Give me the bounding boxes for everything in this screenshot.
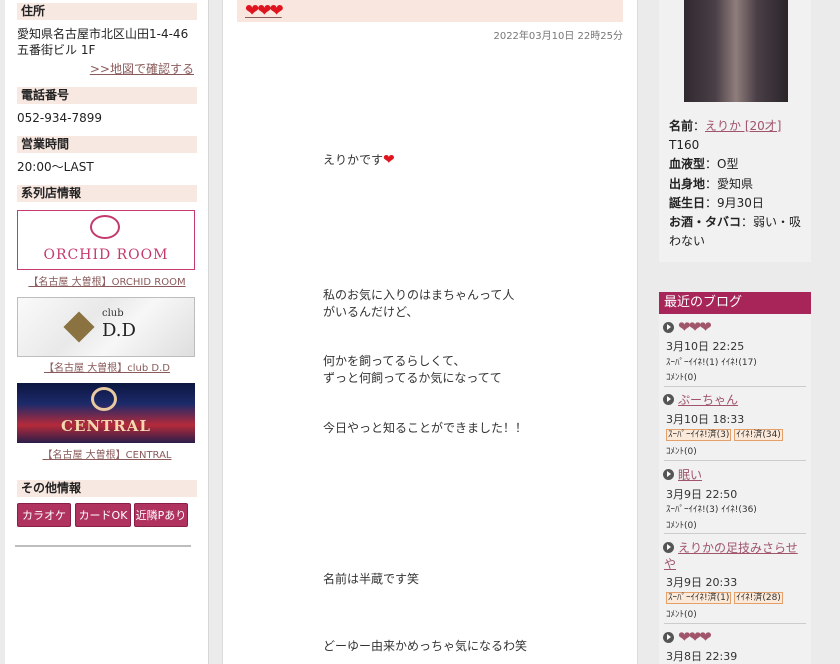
- central-banner-text: CENTRAL: [61, 417, 151, 435]
- blog-entry-title[interactable]: ❤❤❤: [678, 318, 712, 336]
- blog-entry-title[interactable]: 眠い: [678, 466, 702, 483]
- post-title: ❤❤❤: [245, 1, 284, 21]
- like-count[interactable]: ｲｲﾈ!済(34): [734, 429, 783, 441]
- blog-entry-date: 3月8日 22:39: [666, 650, 738, 663]
- post-paragraph: がいるんだけど、: [323, 305, 419, 319]
- central-logo-icon: [91, 387, 117, 411]
- super-like-count[interactable]: ｽｰﾊﾟｰｲｲﾈ!(1): [666, 358, 718, 368]
- profile-name-link[interactable]: えりか [20才]: [705, 119, 781, 133]
- like-count[interactable]: ｲｲﾈ!(17): [721, 358, 757, 368]
- super-like-count[interactable]: ｽｰﾊﾟｰｲｲﾈ!(3): [666, 505, 718, 515]
- post-paragraph: ずっと何飼ってるか気になってて: [323, 371, 502, 385]
- tag-card-ok[interactable]: カードOK: [75, 503, 131, 527]
- profile-sidebar: 名前：えりか [20才] T160 血液型：O型 出身地：愛知県 誕生日：9月3…: [656, 0, 816, 664]
- profile-card: 名前：えりか [20才] T160 血液型：O型 出身地：愛知県 誕生日：9月3…: [659, 0, 811, 262]
- post-paragraph: どーゆー由来かめっちゃ気になるわ笑: [323, 639, 528, 653]
- post-paragraph: 何かを飼ってるらしくて、: [323, 354, 466, 368]
- orchid-room-banner-text: ORCHID ROOM: [43, 247, 169, 263]
- map-link[interactable]: >>地図で確認する: [90, 61, 194, 77]
- shop-info-sidebar: 住所 愛知県名古屋市北区山田1-4-46 五番街ビル 1F >>地図で確認する …: [5, 0, 209, 664]
- entry-divider: [664, 460, 806, 461]
- phone-number: 052-934-7899: [17, 111, 103, 125]
- profile-drink-smoke: お酒・タバコ：弱い・吸: [669, 215, 802, 229]
- address-heading: 住所: [17, 3, 197, 20]
- play-bullet-icon: [663, 542, 674, 553]
- play-bullet-icon: [663, 632, 674, 643]
- blog-entry-date: 3月9日 22:50: [666, 488, 738, 501]
- recent-blog-panel: 最近のブログ ❤❤❤ 3月10日 22:25 ｽｰﾊﾟｰｲｲﾈ!(1) ｲｲﾈ!…: [659, 292, 811, 664]
- club-dd-banner-text: D.D: [102, 320, 136, 341]
- post-paragraph: えりかです❤: [323, 152, 395, 168]
- blog-entry-comments[interactable]: ｺﾒﾝﾄ(0): [666, 518, 697, 531]
- address-line1: 愛知県名古屋市北区山田1-4-46: [17, 27, 189, 41]
- recent-blog-heading: 最近のブログ: [659, 292, 811, 314]
- post-paragraph: 私のお気に入りのはまちゃんって人: [323, 288, 515, 302]
- profile-height: T160: [669, 138, 700, 152]
- affiliates-heading: 系列店情報: [17, 185, 197, 202]
- blog-entry-comments[interactable]: ｺﾒﾝﾄ(0): [666, 444, 697, 457]
- super-like-count[interactable]: ｽｰﾊﾟｰｲｲﾈ!済(3): [666, 429, 732, 441]
- profile-name: 名前：えりか [20才]: [669, 119, 782, 133]
- blog-entry-date: 3月10日 18:33: [666, 413, 745, 426]
- like-count[interactable]: ｲｲﾈ!済(28): [734, 592, 783, 604]
- business-hours: 20:00〜LAST: [17, 160, 94, 174]
- blog-entry-comments[interactable]: ｺﾒﾝﾄ(0): [666, 370, 697, 383]
- entry-divider: [664, 386, 806, 387]
- blog-entry-date: 3月9日 20:33: [666, 576, 738, 589]
- orchid-room-link[interactable]: 【名古屋 大曽根】ORCHID ROOM: [17, 273, 197, 288]
- blog-entry-title[interactable]: ❤❤❤: [678, 628, 712, 646]
- post-paragraph: 今日やっと知ることができました！！: [323, 421, 528, 435]
- profile-birthplace: 出身地：愛知県: [669, 177, 754, 191]
- phone-heading: 電話番号: [17, 87, 197, 104]
- address-line2: 五番街ビル 1F: [17, 43, 96, 57]
- blog-entry-likes: ｽｰﾊﾟｰｲｲﾈ!済(1) ｲｲﾈ!済(28): [666, 590, 783, 604]
- sidebar-divider: [15, 545, 191, 547]
- blog-entry-date: 3月10日 22:25: [666, 340, 745, 353]
- play-bullet-icon: [663, 322, 674, 333]
- tag-karaoke[interactable]: カラオケ: [17, 503, 71, 527]
- post-paragraph: 名前は半蔵です笑: [323, 572, 420, 586]
- club-dd-link[interactable]: 【名古屋 大曽根】club D.D: [17, 359, 197, 374]
- profile-photo[interactable]: [684, 0, 788, 102]
- tag-nearby-parking[interactable]: 近隣Pあり: [134, 503, 188, 527]
- play-bullet-icon: [663, 469, 674, 480]
- blog-entry-title[interactable]: ぷーちゃん: [678, 391, 738, 408]
- blog-entry-likes: ｽｰﾊﾟｰｲｲﾈ!(1) ｲｲﾈ!(17): [666, 355, 757, 368]
- central-link[interactable]: 【名古屋 大曽根】CENTRAL: [17, 446, 197, 461]
- super-like-count[interactable]: ｽｰﾊﾟｰｲｲﾈ!済(1): [666, 592, 732, 604]
- club-dd-banner[interactable]: club D.D: [17, 297, 195, 357]
- profile-blood: 血液型：O型: [669, 157, 739, 171]
- entry-divider: [664, 533, 806, 534]
- profile-drink-smoke-cont: わない: [669, 234, 706, 248]
- dd-emblem-icon: [63, 311, 95, 343]
- play-bullet-icon: [663, 394, 674, 405]
- hours-heading: 営業時間: [17, 136, 197, 153]
- blog-entry-title-cont[interactable]: や: [664, 555, 676, 572]
- heart-icon: ❤: [383, 152, 395, 168]
- like-count[interactable]: ｲｲﾈ!(36): [721, 505, 757, 515]
- blog-entry-likes: ｽｰﾊﾟｰｲｲﾈ!済(3) ｲｲﾈ!済(34): [666, 427, 783, 441]
- post-date: 2022年03月10日 22時25分: [493, 31, 623, 42]
- central-banner[interactable]: CENTRAL: [17, 383, 195, 443]
- profile-birthday: 誕生日：9月30日: [669, 196, 764, 210]
- club-dd-banner-small: club: [102, 308, 124, 319]
- blog-entry-title[interactable]: えりかの足技みさらせ: [678, 539, 798, 556]
- orchid-logo-icon: [90, 215, 120, 239]
- entry-divider: [664, 623, 806, 624]
- other-info-heading: その他情報: [17, 480, 197, 497]
- blog-entry-likes: ｽｰﾊﾟｰｲｲﾈ!(3) ｲｲﾈ!(36): [666, 502, 757, 515]
- orchid-room-banner[interactable]: ORCHID ROOM: [17, 210, 195, 270]
- post-title-bar: ❤❤❤: [237, 0, 623, 22]
- blog-post: ❤❤❤ 2022年03月10日 22時25分 えりかです❤ 私のお気に入りのはま…: [222, 0, 638, 664]
- blog-entry-comments[interactable]: ｺﾒﾝﾄ(0): [666, 607, 697, 620]
